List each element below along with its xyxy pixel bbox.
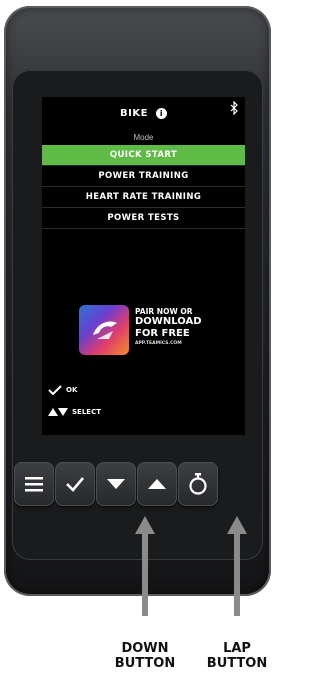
- down-callout-line1: DOWN: [121, 641, 169, 656]
- info-icon: i: [155, 107, 167, 119]
- lap-button-callout: LAP BUTTON: [201, 641, 273, 671]
- legend-ok-label: OK: [66, 386, 78, 394]
- legend-select: SELECT: [48, 401, 101, 423]
- display-screen: BIKE i Mode QUICK START POWER TRAINING H…: [42, 97, 245, 435]
- legend-select-label: SELECT: [72, 408, 101, 416]
- stopwatch-icon: [189, 473, 207, 495]
- up-down-arrows-icon: [48, 408, 68, 416]
- menu-icon: [25, 477, 43, 492]
- mode-label: Mode: [133, 133, 154, 142]
- legend-ok: OK: [48, 379, 101, 401]
- menu-button[interactable]: [14, 462, 54, 506]
- promo-line1: PAIR NOW OR: [135, 307, 193, 316]
- mode-menu: QUICK START POWER TRAINING HEART RATE TR…: [42, 145, 245, 229]
- bluetooth-icon: [230, 101, 238, 115]
- up-arrow-icon: [148, 479, 166, 489]
- lap-callout-line2: BUTTON: [206, 656, 268, 671]
- down-button-pointer-arrow: [135, 516, 155, 616]
- menu-item-power-training[interactable]: POWER TRAINING: [42, 166, 245, 187]
- mode-title: BIKE: [120, 108, 148, 119]
- down-button-callout: DOWN BUTTON: [108, 641, 182, 671]
- hardware-buttons: [14, 462, 259, 508]
- lap-button-pointer-arrow: [227, 516, 247, 616]
- down-button[interactable]: [96, 462, 136, 506]
- app-logo-icon: [79, 305, 129, 355]
- lap-button[interactable]: [178, 462, 218, 506]
- promo-text: PAIR NOW OR DOWNLOAD FOR FREE APP.TEAMIC…: [135, 307, 225, 347]
- promo-url: APP.TEAMICS.COM: [135, 341, 182, 346]
- up-button[interactable]: [137, 462, 177, 506]
- lap-callout-line1: LAP: [223, 641, 251, 656]
- down-callout-line2: BUTTON: [114, 656, 176, 671]
- check-icon: [66, 477, 84, 492]
- screen-header: BIKE i: [42, 97, 245, 131]
- app-promo: PAIR NOW OR DOWNLOAD FOR FREE APP.TEAMIC…: [79, 305, 219, 357]
- check-icon: [48, 385, 62, 395]
- promo-line2: DOWNLOAD: [135, 316, 202, 327]
- ok-button[interactable]: [55, 462, 95, 506]
- promo-line3: FOR FREE: [135, 328, 190, 339]
- down-arrow-icon: [107, 479, 125, 489]
- button-legend: OK SELECT: [48, 379, 101, 423]
- menu-item-quick-start[interactable]: QUICK START: [42, 145, 245, 166]
- menu-item-power-tests[interactable]: POWER TESTS: [42, 208, 245, 229]
- menu-item-heart-rate-training[interactable]: HEART RATE TRAINING: [42, 187, 245, 208]
